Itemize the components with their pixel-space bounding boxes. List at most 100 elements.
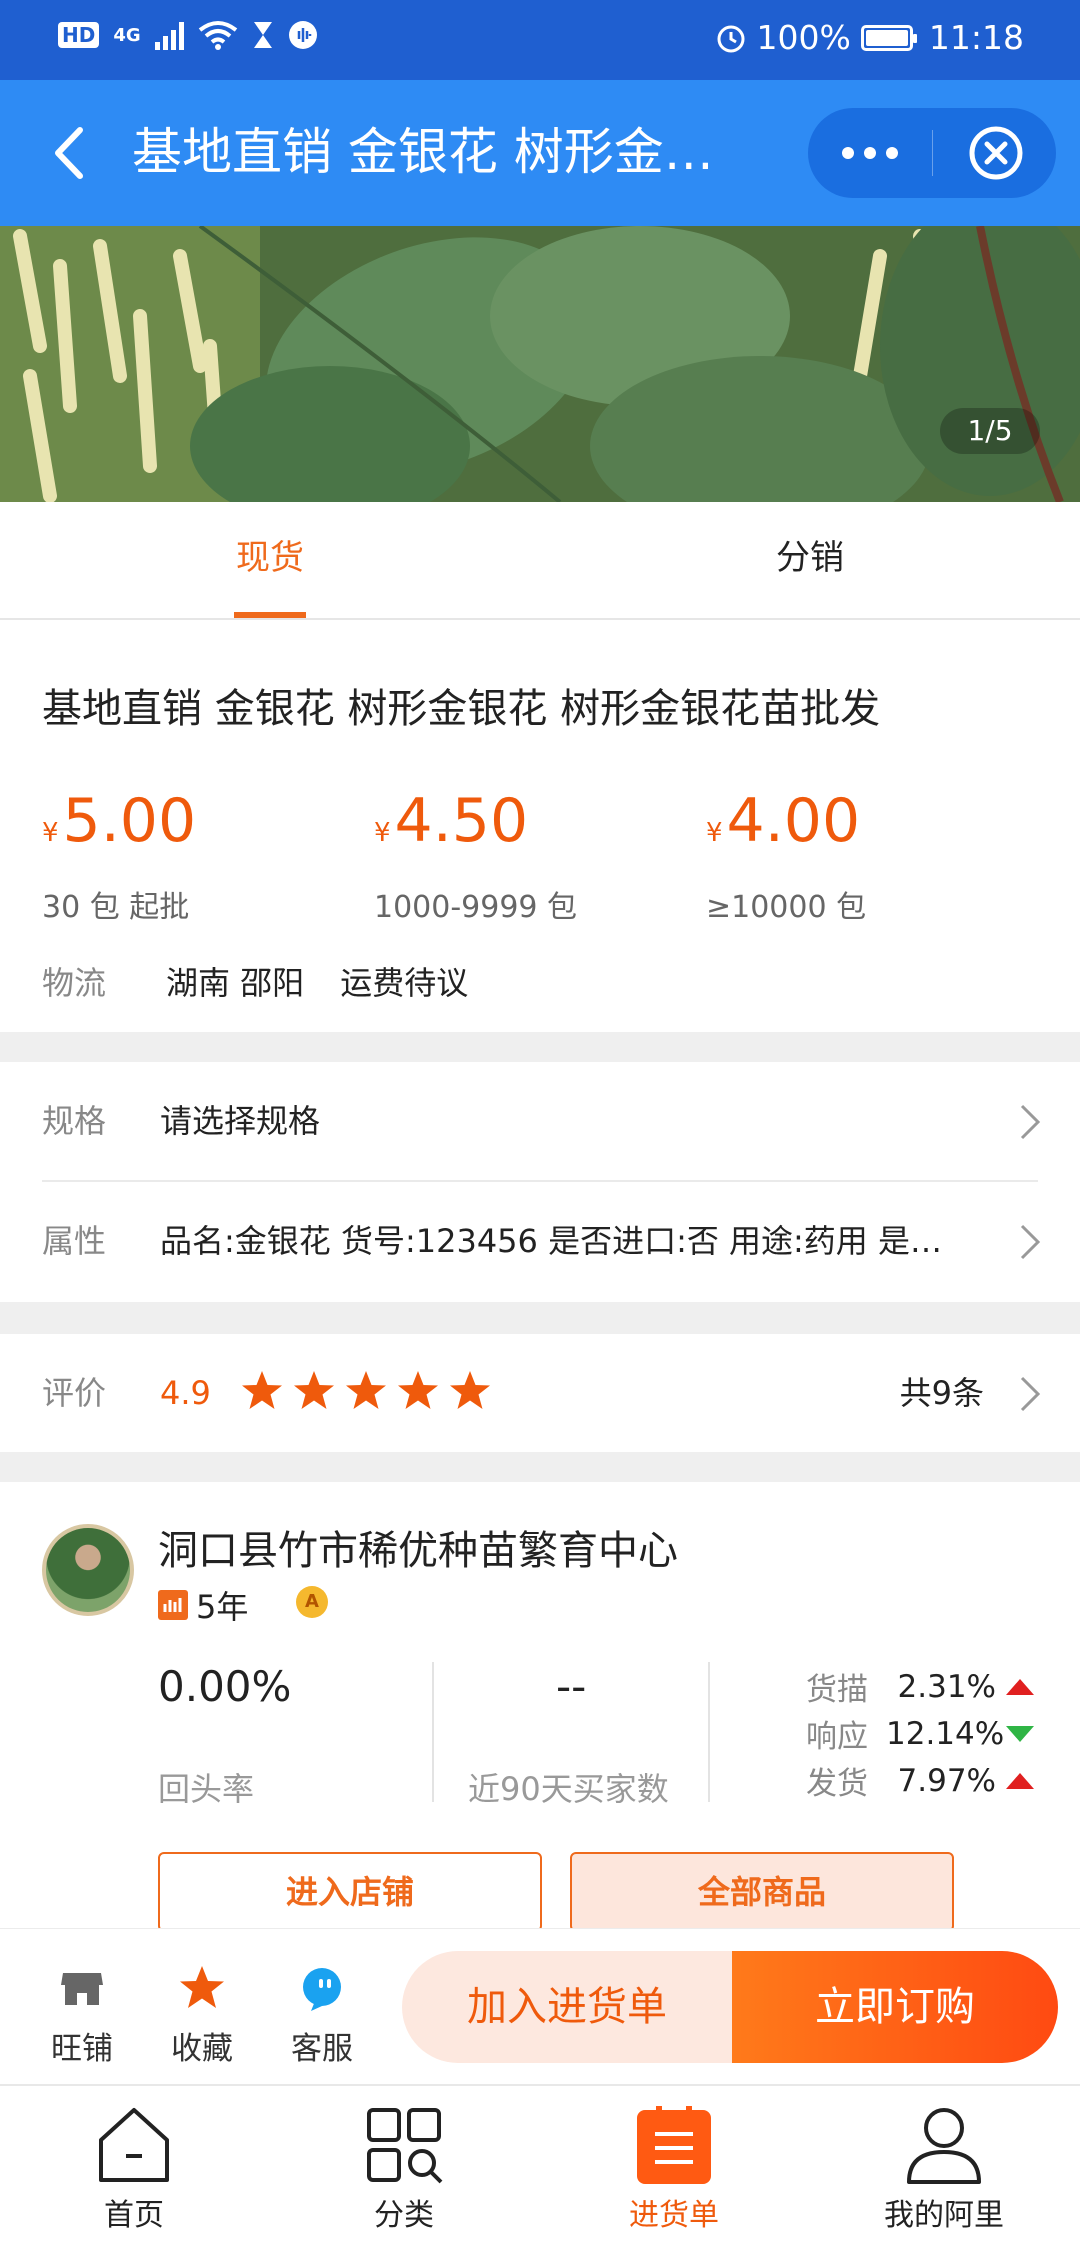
score-value: 7.97% [897,1762,996,1799]
trust-years-icon [158,1590,188,1620]
rating-stars [240,1369,492,1413]
score-label: 货描 [806,1672,868,1708]
trend-up-icon [1006,1772,1034,1789]
profile-icon [907,2108,981,2184]
network-type: 4G [113,24,141,46]
avatar[interactable] [42,1524,134,1616]
buyers-value: -- [556,1662,587,1711]
repeat-rate-value: 0.00% [158,1662,292,1711]
clock: 11:18 [928,18,1024,57]
tabbar-item-purchase-list[interactable]: 进货单 [574,2104,774,2234]
score-item-description: 货描 2.31% [806,1664,1034,1709]
trend-down-icon [1006,1725,1034,1742]
status-left: HD 4G [58,20,318,50]
category-icon [367,2108,443,2184]
currency-symbol: ¥ [706,818,723,848]
action-label: 客服 [291,2031,353,2067]
attributes-value: 品名:金银花 货号:123456 是否进口:否 用途:药用 是… [160,1222,942,1260]
close-icon[interactable] [968,125,1024,181]
score-value: 2.31% [897,1668,996,1705]
logistics-row: 物流 湖南 邵阳 运费待议 [42,958,504,1004]
image-counter: 1/5 [940,408,1040,454]
chevron-right-icon [1020,1104,1041,1140]
action-bar: 旺铺 收藏 客服 加入进货单 立即订购 [0,1928,1080,2085]
price-moq: 1000-9999 包 [374,890,578,925]
price-tier: ¥4.50 1000-9999 包 [374,786,577,926]
stock-tabs: 现货 分销 [0,502,1080,620]
more-options-button[interactable] [808,108,932,198]
tabbar-item-category[interactable]: 分类 [304,2104,504,2234]
wifi-icon [198,21,237,50]
review-count: 共9条 [899,1374,984,1412]
star-icon [450,1371,490,1409]
purchase-list-icon [637,2106,711,2184]
tab-distribution[interactable]: 分销 [710,502,910,618]
tab-label: 分销 [776,538,844,578]
section-divider [0,1302,1080,1334]
reviews-row[interactable]: 评价 4.9 共9条 [0,1334,1080,1452]
repeat-rate-label: 回头率 [158,1770,255,1808]
star-icon [398,1371,438,1409]
years-value: 5年 [196,1588,249,1626]
shop-action-button[interactable]: 旺铺 [32,1963,132,2068]
price-moq: 30 包 起批 [42,890,190,925]
logistics-origin: 湖南 邵阳 [166,964,305,1002]
price-amount: 4.50 [394,786,529,856]
bottom-tab-bar: 首页 分类 进货单 我的阿里 [0,2084,1080,2246]
page-title: 基地直销 金银花 树形金银花 树形金银花苗批发 [132,123,752,181]
status-right: 100% 11:18 [715,18,1024,57]
product-image-carousel[interactable]: 1/5 [0,226,1080,502]
buyers-label: 近90天买家数 [468,1770,669,1808]
status-bar: HD 4G 100% 11:18 [0,0,1080,80]
tab-spot-goods[interactable]: 现货 [170,502,370,618]
shop-name[interactable]: 洞口县竹市稀优种苗繁育中心 [158,1518,678,1576]
tab-label: 我的阿里 [884,2198,1004,2233]
title-bar: 基地直销 金银花 树形金银花 树形金银花苗批发 [0,80,1080,226]
back-arrow-icon[interactable] [40,118,100,188]
tabbar-item-home[interactable]: 首页 [34,2104,234,2234]
action-label: 收藏 [171,2031,233,2067]
trend-up-icon [1006,1678,1034,1695]
favorite-action-button[interactable]: 收藏 [152,1963,252,2068]
metric-divider [708,1662,710,1802]
price-tier: ¥4.00 ≥10000 包 [706,786,866,926]
score-label: 响应 [806,1719,868,1755]
storefront-icon [61,1973,103,2005]
price-tier: ¥5.00 30 包 起批 [42,786,196,926]
product-title: 基地直销 金银花 树形金银花 树形金银花苗批发 [42,686,881,732]
star-icon [242,1371,282,1409]
signal-icon [154,20,184,50]
add-to-purchase-list-button[interactable]: 加入进货单 [402,1951,732,2063]
price-amount: 4.00 [726,786,861,856]
tab-label: 现货 [236,538,304,578]
chevron-right-icon [1020,1224,1041,1260]
home-icon [99,2108,169,2182]
attributes-label: 属性 [42,1222,107,1260]
spec-row[interactable]: 规格 请选择规格 [0,1062,1080,1180]
currency-symbol: ¥ [42,818,59,848]
spec-label: 规格 [42,1102,107,1140]
service-action-button[interactable]: 客服 [272,1963,372,2068]
tabbar-item-profile[interactable]: 我的阿里 [844,2104,1044,2234]
star-icon [346,1371,386,1409]
price-amount: 5.00 [62,786,197,856]
battery-icon [860,24,917,51]
tab-underline [234,612,306,618]
all-goods-button[interactable]: 全部商品 [570,1852,954,1932]
price-value: ¥4.00 [706,786,866,868]
attributes-row[interactable]: 属性 品名:金银花 货号:123456 是否进口:否 用途:药用 是… [0,1182,1080,1300]
price-value: ¥4.50 [374,786,577,868]
enter-shop-button[interactable]: 进入店铺 [158,1852,542,1932]
price-value: ¥5.00 [42,786,196,868]
reviews-label: 评价 [42,1374,107,1412]
shop-years: 5年 [158,1582,248,1628]
rating-score: 4.9 [160,1374,211,1412]
mini-program-capsule [808,108,1056,198]
metric-divider [432,1662,434,1802]
chevron-right-icon [1020,1376,1041,1412]
hd-badge: HD [58,22,100,48]
score-item-shipping: 发货 7.97% [806,1758,1034,1803]
order-now-button[interactable]: 立即订购 [732,1951,1058,2063]
product-photo [0,226,1080,502]
tab-label: 分类 [374,2198,434,2233]
